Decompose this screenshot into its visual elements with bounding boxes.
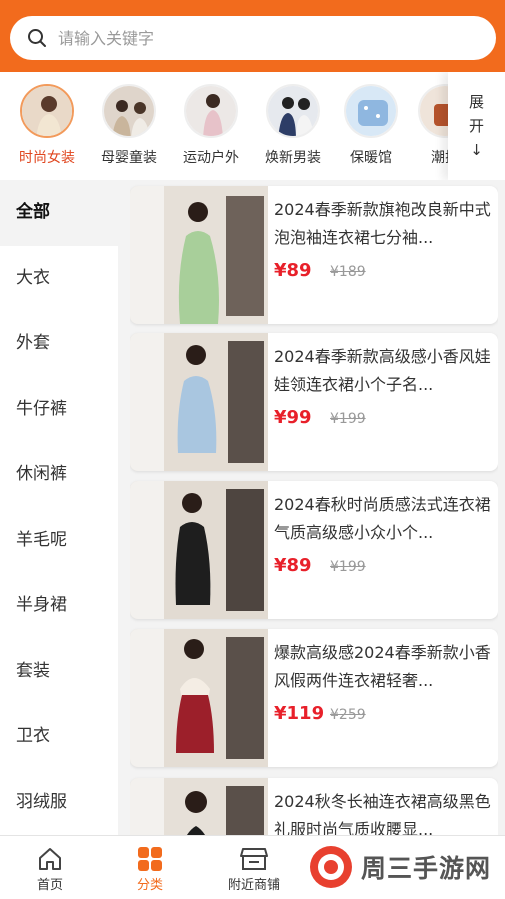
home-icon — [39, 848, 61, 870]
sidebar-item-down-jacket[interactable]: 羽绒服 — [0, 770, 118, 836]
category-thumbnail — [266, 84, 320, 138]
sidebar-item-coat[interactable]: 大衣 — [0, 246, 118, 312]
product-image — [130, 629, 268, 767]
sidebar-item-jeans[interactable]: 牛仔裤 — [0, 377, 118, 443]
product-title: 爆款高级感2024春季新款小香风假两件连衣裙轻奢... — [274, 643, 491, 690]
category-grid-icon — [138, 847, 162, 871]
tab-home[interactable]: 首页 — [0, 844, 100, 893]
product-title: 2024春季新款高级感小香风娃娃领连衣裙小个子名... — [274, 347, 491, 394]
search-input[interactable] — [58, 28, 458, 48]
product-price: ¥89 — [274, 555, 312, 576]
arrow-down-icon: ↓ — [470, 141, 483, 159]
sidebar-item-jacket[interactable]: 外套 — [0, 311, 118, 377]
product-card[interactable]: 2024春季新款旗袍改良新中式泡泡袖连衣裙七分袖... ¥89 ¥189 — [130, 186, 498, 324]
watermark: 周三手游网 — [308, 844, 491, 890]
product-original-price: ¥189 — [330, 264, 366, 280]
category-thumbnail — [102, 84, 156, 138]
product-original-price: ¥199 — [330, 411, 366, 427]
expand-label-1: 展 — [468, 93, 484, 111]
sidebar-item-wool[interactable]: 羊毛呢 — [0, 508, 118, 574]
sidebar-item-suit[interactable]: 套装 — [0, 639, 118, 705]
tab-nearby-stores[interactable]: 附近商铺 — [204, 844, 304, 893]
product-original-price: ¥259 — [330, 707, 366, 723]
sidebar-item-skirt[interactable]: 半身裙 — [0, 573, 118, 639]
category-women-fashion[interactable]: 时尚女装 — [6, 84, 88, 167]
sidebar-item-casual-pants[interactable]: 休闲裤 — [0, 442, 118, 508]
expand-label-2: 开 — [468, 117, 484, 135]
category-sports[interactable]: 运动户外 — [170, 84, 252, 167]
subcategory-sidebar: 全部 大衣 外套 牛仔裤 休闲裤 羊毛呢 半身裙 套装 卫衣 羽绒服 — [0, 180, 118, 835]
category-thumbnail — [344, 84, 398, 138]
tab-label: 分类 — [136, 878, 163, 893]
product-image — [130, 778, 268, 835]
sidebar-item-hoodie[interactable]: 卫衣 — [0, 704, 118, 770]
store-icon — [240, 848, 268, 870]
product-price: ¥99 — [274, 407, 312, 428]
product-image — [130, 333, 268, 471]
product-card[interactable]: 2024秋冬长袖连衣裙高级黑色礼服时尚气质收腰显... — [130, 778, 498, 835]
product-price: ¥89 — [274, 260, 312, 281]
category-warm[interactable]: 保暖馆 — [330, 84, 412, 167]
category-thumbnail — [184, 84, 238, 138]
tab-label: 首页 — [36, 878, 63, 893]
category-label: 保暖馆 — [350, 150, 392, 166]
category-label: 时尚女装 — [19, 150, 75, 166]
watermark-logo-icon — [310, 846, 352, 888]
category-thumbnail — [20, 84, 74, 138]
category-strip: 时尚女装 母婴童装 运动户外 焕新男装 保暖馆 潮搭 展 开 ↓ — [0, 72, 505, 180]
product-price: ¥119 — [274, 703, 325, 724]
category-label: 母婴童装 — [101, 150, 157, 166]
product-image — [130, 186, 268, 324]
category-label: 运动户外 — [183, 150, 239, 166]
category-kids[interactable]: 母婴童装 — [88, 84, 170, 167]
category-label: 焕新男装 — [265, 150, 321, 166]
tab-label: 附近商铺 — [227, 878, 280, 893]
product-card[interactable]: 2024春秋时尚质感法式连衣裙气质高级感小众小个... ¥89 ¥199 — [130, 481, 498, 619]
product-card[interactable]: 2024春季新款高级感小香风娃娃领连衣裙小个子名... ¥99 ¥199 — [130, 333, 498, 471]
product-card[interactable]: 爆款高级感2024春季新款小香风假两件连衣裙轻奢... ¥119 ¥259 — [130, 629, 498, 767]
product-list: 2024春季新款旗袍改良新中式泡泡袖连衣裙七分袖... ¥89 ¥189 202… — [130, 182, 498, 835]
top-bar — [0, 0, 505, 72]
product-title: 2024春秋时尚质感法式连衣裙气质高级感小众小个... — [274, 495, 491, 542]
watermark-text: 周三手游网 — [361, 854, 492, 883]
tab-category[interactable]: 分类 — [100, 844, 200, 893]
product-original-price: ¥199 — [330, 559, 366, 575]
expand-categories-button[interactable]: 展 开 ↓ — [448, 72, 505, 180]
product-image — [130, 481, 268, 619]
sidebar-item-all[interactable]: 全部 — [0, 180, 118, 246]
product-title: 2024秋冬长袖连衣裙高级黑色礼服时尚气质收腰显... — [274, 792, 491, 835]
product-title: 2024春季新款旗袍改良新中式泡泡袖连衣裙七分袖... — [274, 200, 491, 247]
search-box[interactable] — [10, 16, 496, 60]
search-icon — [28, 29, 46, 47]
category-men[interactable]: 焕新男装 — [252, 84, 334, 167]
